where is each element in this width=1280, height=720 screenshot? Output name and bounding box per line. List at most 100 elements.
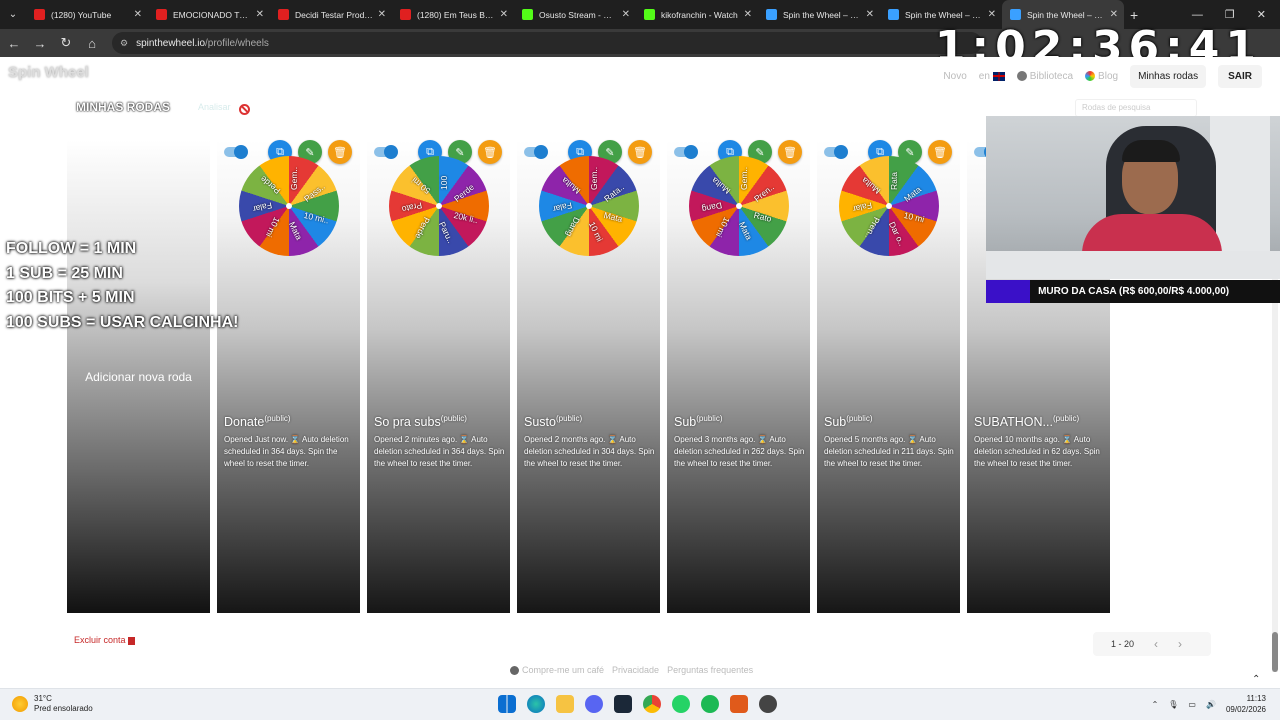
mic-icon[interactable]: 🎙 bbox=[1168, 700, 1178, 709]
home-icon[interactable]: ⌂ bbox=[80, 36, 104, 51]
back-arrow-icon[interactable]: ← bbox=[2, 36, 26, 51]
start-icon[interactable] bbox=[498, 695, 516, 713]
tab-close-icon[interactable]: ✕ bbox=[500, 9, 508, 20]
discord-icon[interactable] bbox=[585, 695, 603, 713]
delete-account-link[interactable]: Excluir conta bbox=[74, 635, 135, 645]
delete-wheel-button[interactable]: 🗑 bbox=[628, 140, 652, 164]
next-page-icon[interactable]: › bbox=[1178, 637, 1182, 651]
tab-close-icon[interactable]: ✕ bbox=[134, 9, 142, 20]
delete-wheel-button[interactable]: 🗑 bbox=[478, 140, 502, 164]
file-explorer-icon[interactable] bbox=[556, 695, 574, 713]
public-toggle[interactable] bbox=[674, 145, 698, 159]
minimize-icon[interactable]: — bbox=[1192, 9, 1203, 21]
wheel-title: Sub(public) bbox=[674, 414, 722, 429]
footer-coffee-link[interactable]: Compre-me um café bbox=[510, 665, 604, 676]
browser-tab[interactable]: Spin the Wheel – Fre ✕ bbox=[758, 0, 880, 29]
wheel-segment-label: Perde bbox=[258, 174, 283, 197]
tab-favicon-icon bbox=[1010, 9, 1021, 20]
network-icon[interactable]: ▭ bbox=[1188, 700, 1196, 709]
nav-biblioteca-label: Biblioteca bbox=[1029, 71, 1074, 82]
wheel-card[interactable]: ⧉ ✎ 🗑 Rata Mata 10 mi Dar o.. Pren.. Falar Multa S… bbox=[817, 140, 960, 613]
wheel-preview[interactable]: Gem.. Pren.. Rato Mata 10 mi Dang Multa bbox=[689, 156, 789, 256]
scrollbar-thumb[interactable] bbox=[1272, 632, 1278, 672]
site-logo[interactable]: Spin Wheel bbox=[8, 64, 89, 81]
clock[interactable]: 11:13 09/02/2026 bbox=[1226, 693, 1266, 715]
wheel-card[interactable]: ⧉ ✎ 🗑 Gem.. Pren.. Rato Mata 10 mi Dang Multa Sub(… bbox=[667, 140, 810, 613]
browser-tab[interactable]: (1280) Em Teus Braço ✕ bbox=[392, 0, 514, 29]
page-range: 1 - 20 bbox=[1111, 639, 1135, 649]
wheel-card[interactable]: ⧉ ✎ 🗑 100 Perde 20k li.. Paru.. Perde Prato 50 mi… bbox=[367, 140, 510, 613]
wheel-preview[interactable]: Gem.. Pass.. 10 mi.. Mata 10 mi Falar Perde bbox=[239, 156, 339, 256]
reload-icon[interactable]: ↻ bbox=[54, 35, 78, 51]
nav-blog[interactable]: Blog bbox=[1085, 71, 1118, 82]
wheel-segment-label: Pass.. bbox=[301, 181, 327, 204]
wheel-card[interactable]: ⧉ ✎ 🗑 Gem.. Pass.. 10 mi.. Mata 10 mi Falar Perde… bbox=[217, 140, 360, 613]
delete-wheel-button[interactable]: 🗑 bbox=[778, 140, 802, 164]
tab-close-icon[interactable]: ✕ bbox=[744, 9, 752, 20]
wheel-segment-label: Rata bbox=[889, 172, 899, 190]
tab-search-chevron-icon[interactable]: ⌄ bbox=[0, 9, 26, 20]
minhas-rodas-button[interactable]: Minhas rodas bbox=[1130, 65, 1207, 88]
public-toggle[interactable] bbox=[824, 145, 848, 159]
new-tab-plus-icon[interactable]: + bbox=[1130, 7, 1138, 23]
wheel-title: Susto(public) bbox=[524, 414, 582, 429]
tab-close-icon[interactable]: ✕ bbox=[866, 9, 874, 20]
browser-tab[interactable]: Decidi Testar Produto ✕ bbox=[270, 0, 392, 29]
nav-novo[interactable]: Novo bbox=[943, 71, 966, 82]
tab-close-icon[interactable]: ✕ bbox=[988, 9, 996, 20]
delete-wheel-button[interactable]: 🗑 bbox=[928, 140, 952, 164]
tab-favicon-icon bbox=[888, 9, 899, 20]
restore-icon[interactable]: ❐ bbox=[1225, 8, 1235, 21]
browser-tab[interactable]: kikofranchin - Watch ✕ bbox=[636, 0, 758, 29]
prev-page-icon[interactable]: ‹ bbox=[1154, 637, 1158, 651]
wheel-title-text: Donate bbox=[224, 415, 265, 430]
app-icon[interactable] bbox=[730, 695, 748, 713]
volume-icon[interactable]: 🔊 bbox=[1206, 700, 1216, 709]
search-input[interactable]: Rodas de pesquisa bbox=[1075, 99, 1197, 117]
weather-widget[interactable]: 31°C Pred ensolarado bbox=[12, 694, 93, 714]
scroll-to-top-icon[interactable]: ⌃ bbox=[1252, 674, 1260, 685]
pencil-icon: ✎ bbox=[305, 146, 315, 159]
wheel-segment-label: Rato bbox=[752, 209, 773, 224]
chrome-icon[interactable] bbox=[643, 695, 661, 713]
spotify-icon[interactable] bbox=[701, 695, 719, 713]
edge-icon[interactable] bbox=[527, 695, 545, 713]
public-toggle[interactable] bbox=[224, 145, 248, 159]
wheel-preview[interactable]: Gem.. Rata.. Mata 10 mi Dang Falar Multa bbox=[539, 156, 639, 256]
wheel-preview[interactable]: Rata Mata 10 mi Dar o.. Pren.. Falar Multa bbox=[839, 156, 939, 256]
tab-close-icon[interactable]: ✕ bbox=[1110, 9, 1118, 20]
nav-language[interactable]: en bbox=[979, 71, 1005, 82]
tab-title: Spin the Wheel – Fre bbox=[783, 9, 862, 20]
sair-button[interactable]: SAIR bbox=[1218, 65, 1262, 88]
browser-tab[interactable]: (1280) YouTube ✕ bbox=[26, 0, 148, 29]
whatsapp-icon[interactable] bbox=[672, 695, 690, 713]
webcam-desk bbox=[986, 251, 1280, 279]
steam-icon[interactable] bbox=[614, 695, 632, 713]
wheel-card[interactable]: ⧉ ✎ 🗑 Gem.. Rata.. Mata 10 mi Dang Falar Multa Sus… bbox=[517, 140, 660, 613]
tab-title: Osusto Stream - Watc bbox=[539, 9, 618, 20]
wheel-preview[interactable]: 100 Perde 20k li.. Paru.. Perde Prato 50 mi bbox=[389, 156, 489, 256]
wheel-segment-label: Mata bbox=[286, 220, 305, 242]
footer-privacy-link[interactable]: Privacidade bbox=[612, 665, 659, 675]
public-toggle[interactable] bbox=[524, 145, 548, 159]
tab-close-icon[interactable]: ✕ bbox=[378, 9, 386, 20]
tab-close-icon[interactable]: ✕ bbox=[622, 9, 630, 20]
analisar-link[interactable]: Analisar bbox=[198, 102, 231, 112]
tray-chevron-icon[interactable]: ⌃ bbox=[1152, 700, 1159, 709]
browser-tab[interactable]: EMOCIONADO TODO ✕ bbox=[148, 0, 270, 29]
close-window-icon[interactable]: ✕ bbox=[1257, 8, 1266, 21]
url-field[interactable]: ⚙ spinthewheel.io/profile/wheels bbox=[112, 32, 982, 54]
site-info-icon[interactable]: ⚙ bbox=[120, 38, 128, 49]
delete-wheel-button[interactable]: 🗑 bbox=[328, 140, 352, 164]
taskbar-apps bbox=[498, 695, 777, 713]
tab-close-icon[interactable]: ✕ bbox=[256, 9, 264, 20]
uk-flag-icon bbox=[992, 71, 1005, 81]
public-toggle[interactable] bbox=[374, 145, 398, 159]
obs-icon[interactable] bbox=[759, 695, 777, 713]
delete-account-label: Excluir conta bbox=[74, 635, 126, 645]
nav-biblioteca[interactable]: Biblioteca bbox=[1016, 71, 1074, 82]
forward-arrow-icon[interactable]: → bbox=[28, 36, 52, 51]
add-wheel-card[interactable]: Adicionar nova roda bbox=[67, 140, 210, 613]
browser-tab[interactable]: Osusto Stream - Watc ✕ bbox=[514, 0, 636, 29]
footer-faq-link[interactable]: Perguntas frequentes bbox=[667, 665, 753, 675]
